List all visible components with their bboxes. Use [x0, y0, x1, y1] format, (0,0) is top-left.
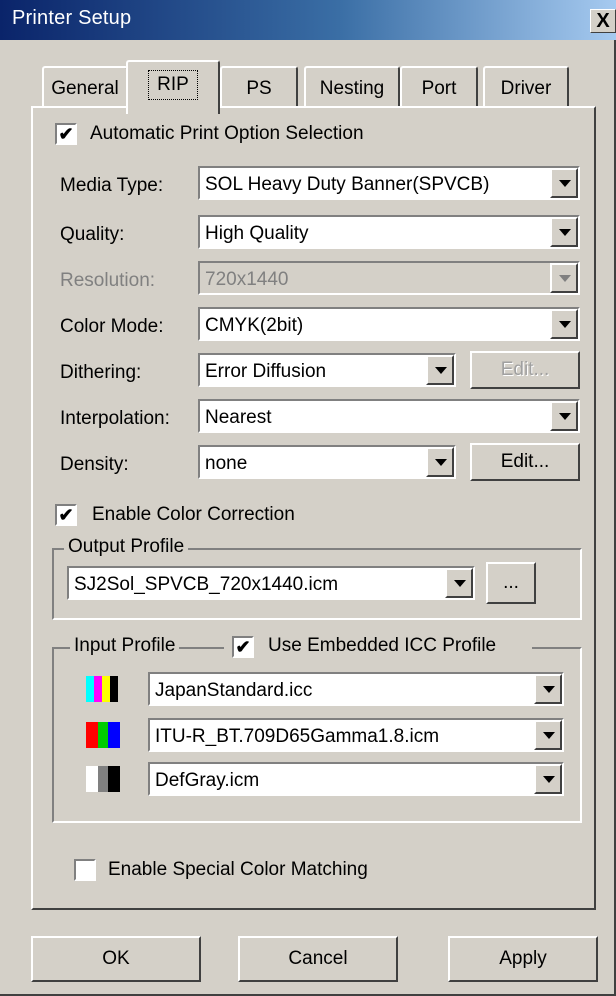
cancel-button[interactable]: Cancel: [238, 936, 398, 982]
tab-driver[interactable]: Driver: [483, 66, 569, 108]
tab-general-label: General: [51, 78, 119, 99]
tab-port[interactable]: Port: [400, 66, 478, 108]
tab-rip[interactable]: RIP: [126, 60, 220, 114]
media-type-label: Media Type:: [60, 175, 164, 196]
chevron-down-icon: [559, 321, 571, 328]
embedded-profile-option: ✔ Use Embedded ICC Profile: [224, 635, 532, 659]
input-profile-legend: Input Profile: [70, 635, 180, 657]
media-type-dropdown-button[interactable]: [550, 168, 578, 198]
interpolation-dropdown[interactable]: Nearest: [198, 399, 580, 433]
gray-icon: [86, 766, 120, 792]
chevron-down-icon: [543, 776, 555, 783]
color-mode-dropdown-button[interactable]: [550, 309, 578, 339]
input-profile-gray-value: DefGray.icm: [155, 770, 260, 791]
output-profile-browse-label: ...: [503, 572, 519, 593]
resolution-dropdown[interactable]: 720x1440: [198, 261, 580, 295]
quality-value: High Quality: [205, 223, 309, 244]
resolution-value: 720x1440: [205, 269, 289, 290]
resolution-label: Resolution:: [60, 270, 156, 291]
input-profile-cmyk-dropdown-button[interactable]: [534, 674, 562, 704]
tab-port-label: Port: [421, 78, 457, 99]
tab-ps[interactable]: PS: [220, 66, 298, 108]
ok-button-label: OK: [102, 948, 130, 969]
ok-button[interactable]: OK: [31, 936, 201, 982]
input-profile-cmyk-value: JapanStandard.icc: [155, 680, 313, 701]
dithering-edit-label: Edit...: [500, 359, 550, 380]
density-value: none: [205, 453, 248, 474]
tab-driver-label: Driver: [500, 78, 552, 99]
rgb-icon: [86, 722, 120, 748]
input-profile-rgb-dropdown-button[interactable]: [534, 720, 562, 750]
tab-rip-label: RIP: [148, 70, 198, 100]
density-dropdown-button[interactable]: [426, 447, 454, 477]
title-bar: Printer Setup X: [0, 0, 616, 40]
tab-nesting-label: Nesting: [319, 78, 385, 99]
chevron-down-icon: [559, 180, 571, 187]
tab-general[interactable]: General: [42, 66, 128, 108]
dithering-dropdown-button[interactable]: [426, 355, 454, 385]
chevron-down-icon: [543, 686, 555, 693]
output-profile-value: SJ2Sol_SPVCB_720x1440.icm: [74, 574, 339, 595]
media-type-dropdown[interactable]: SOL Heavy Duty Banner(SPVCB): [198, 166, 580, 200]
cancel-button-label: Cancel: [288, 948, 348, 969]
apply-button-label: Apply: [499, 948, 547, 969]
output-profile-legend: Output Profile: [64, 536, 189, 558]
dialog-title: Printer Setup: [12, 7, 132, 29]
quality-label: Quality:: [60, 224, 125, 245]
special-color-checkbox[interactable]: [74, 859, 96, 881]
chevron-down-icon: [559, 275, 571, 282]
quality-dropdown-button[interactable]: [550, 217, 578, 247]
output-profile-dropdown-button[interactable]: [445, 568, 473, 598]
dithering-value: Error Diffusion: [205, 361, 327, 382]
density-label: Density:: [60, 454, 129, 475]
color-correction-checkbox[interactable]: ✔: [55, 504, 77, 526]
density-edit-button[interactable]: Edit...: [470, 443, 580, 481]
auto-option-label: Automatic Print Option Selection: [90, 123, 364, 144]
media-type-value: SOL Heavy Duty Banner(SPVCB): [205, 174, 490, 195]
color-mode-dropdown[interactable]: CMYK(2bit): [198, 307, 580, 341]
density-edit-label: Edit...: [500, 451, 550, 472]
output-profile-browse-button[interactable]: ...: [486, 562, 536, 604]
quality-dropdown[interactable]: High Quality: [198, 215, 580, 249]
output-profile-dropdown[interactable]: SJ2Sol_SPVCB_720x1440.icm: [67, 566, 475, 600]
density-dropdown[interactable]: none: [198, 445, 456, 479]
chevron-down-icon: [435, 367, 447, 374]
dithering-dropdown[interactable]: Error Diffusion: [198, 353, 456, 387]
interpolation-dropdown-button[interactable]: [550, 401, 578, 431]
input-profile-rgb-value: ITU-R_BT.709D65Gamma1.8.icm: [155, 726, 440, 747]
color-mode-value: CMYK(2bit): [205, 315, 304, 336]
chevron-down-icon: [559, 413, 571, 420]
color-correction-label: Enable Color Correction: [92, 504, 295, 525]
input-profile-cmyk-dropdown[interactable]: JapanStandard.icc: [148, 672, 564, 706]
cmyk-icon: [86, 676, 120, 702]
tab-nesting[interactable]: Nesting: [304, 66, 400, 108]
tab-ps-label: PS: [246, 78, 272, 99]
dithering-label: Dithering:: [60, 362, 142, 383]
chevron-down-icon: [543, 732, 555, 739]
input-profile-gray-dropdown[interactable]: DefGray.icm: [148, 762, 564, 796]
interpolation-label: Interpolation:: [60, 408, 170, 429]
interpolation-value: Nearest: [205, 407, 272, 428]
apply-button[interactable]: Apply: [448, 936, 598, 982]
color-mode-label: Color Mode:: [60, 316, 164, 337]
special-color-label: Enable Special Color Matching: [108, 859, 368, 880]
embedded-profile-label: Use Embedded ICC Profile: [268, 635, 497, 656]
dithering-edit-button[interactable]: Edit...: [470, 351, 580, 389]
close-button[interactable]: X: [590, 9, 616, 33]
resolution-dropdown-button[interactable]: [550, 263, 578, 293]
printer-setup-dialog: Printer Setup X General RIP PS Nesting P…: [0, 0, 616, 996]
chevron-down-icon: [559, 229, 571, 236]
chevron-down-icon: [435, 459, 447, 466]
chevron-down-icon: [454, 580, 466, 587]
auto-option-checkbox[interactable]: ✔: [55, 123, 77, 145]
input-profile-gray-dropdown-button[interactable]: [534, 764, 562, 794]
embedded-profile-checkbox[interactable]: ✔: [232, 636, 254, 658]
input-profile-rgb-dropdown[interactable]: ITU-R_BT.709D65Gamma1.8.icm: [148, 718, 564, 752]
